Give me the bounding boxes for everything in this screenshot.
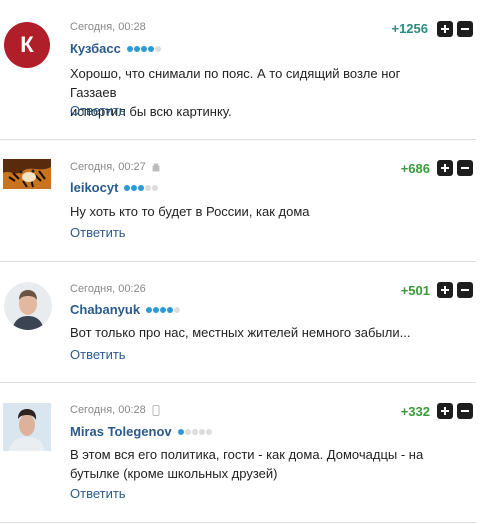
reply-link[interactable]: Ответить <box>70 103 126 118</box>
downvote-button[interactable] <box>457 282 473 298</box>
upvote-button[interactable] <box>437 282 453 298</box>
comment-score: +501 <box>400 283 430 298</box>
user-rating-dots <box>177 428 212 435</box>
comment-text: В этом вся его политика, гости - как дом… <box>70 447 424 481</box>
comment-text: Ну хоть кто то будет в России, как дома <box>70 204 310 219</box>
author-name[interactable]: Chabanyuk <box>70 302 140 317</box>
avatar[interactable]: К <box>4 22 50 68</box>
divider <box>0 382 476 383</box>
comment-author[interactable]: Miras Tolegenov <box>70 424 212 439</box>
user-photo-icon <box>4 282 52 330</box>
divider <box>0 139 476 140</box>
divider <box>0 522 476 523</box>
reply-link[interactable]: Ответить <box>70 225 126 240</box>
downvote-button[interactable] <box>457 160 473 176</box>
downvote-button[interactable] <box>457 21 473 37</box>
upvote-button[interactable] <box>437 403 453 419</box>
avatar-letter: К <box>20 32 34 57</box>
comment-timestamp: Сегодня, 00:27 <box>70 161 160 173</box>
downvote-button[interactable] <box>457 403 473 419</box>
minus-icon <box>461 28 469 30</box>
plus-icon <box>441 164 449 172</box>
user-rating-dots <box>126 45 161 52</box>
comments-list: К Сегодня, 00:28 Кузбасс Хорошо, что сни… <box>0 0 480 524</box>
avatar[interactable] <box>3 159 51 189</box>
plus-icon <box>441 407 449 415</box>
comment-timestamp: Сегодня, 00:28 <box>70 21 146 33</box>
comment-text: Хорошо, что снимали по пояс. А то сидящи… <box>70 66 401 119</box>
author-name[interactable]: Miras Tolegenov <box>70 424 172 439</box>
comment-text: Вот только про нас, местных жителей немн… <box>70 325 411 340</box>
comment-author[interactable]: Chabanyuk <box>70 302 181 317</box>
avatar[interactable] <box>4 282 52 330</box>
comment-score: +332 <box>400 404 430 419</box>
avatar[interactable] <box>3 403 51 451</box>
user-rating-dots <box>124 184 159 191</box>
comment-score: +686 <box>400 161 430 176</box>
user-photo-icon <box>3 403 51 451</box>
upvote-button[interactable] <box>437 160 453 176</box>
reply-link[interactable]: Ответить <box>70 486 126 501</box>
minus-icon <box>461 410 469 412</box>
author-name[interactable]: leikocyt <box>70 180 118 195</box>
comment-author[interactable]: leikocyt <box>70 180 159 195</box>
divider <box>0 261 476 262</box>
comment-timestamp: Сегодня, 00:26 <box>70 283 146 295</box>
upvote-button[interactable] <box>437 21 453 37</box>
comment-score: +1256 <box>391 21 428 36</box>
plus-icon <box>441 25 449 33</box>
android-icon <box>152 162 160 171</box>
comment-timestamp: Сегодня, 00:28 <box>70 404 160 416</box>
plus-icon <box>441 286 449 294</box>
mobile-phone-icon <box>152 404 160 416</box>
comment-author[interactable]: Кузбасс <box>70 41 161 56</box>
reply-link[interactable]: Ответить <box>70 347 126 362</box>
minus-icon <box>461 289 469 291</box>
author-name[interactable]: Кузбасс <box>70 41 121 56</box>
minus-icon <box>461 167 469 169</box>
tiger-avatar-icon <box>3 159 51 189</box>
user-rating-dots <box>146 306 181 313</box>
